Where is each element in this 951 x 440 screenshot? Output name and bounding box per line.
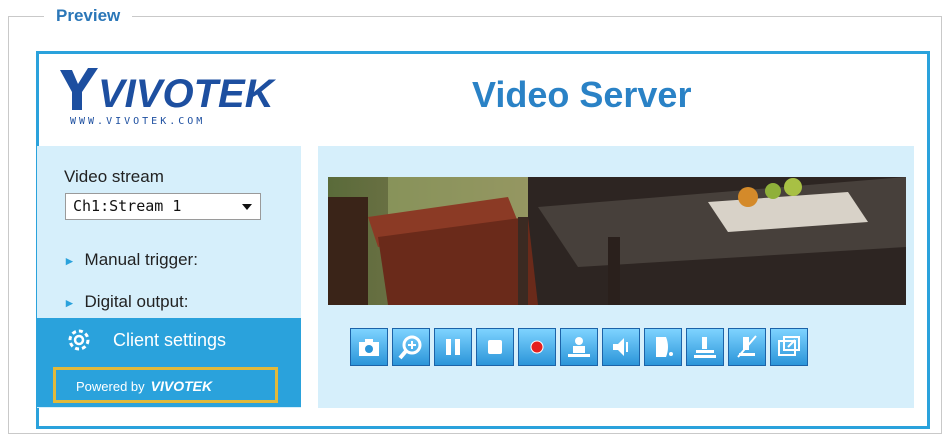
speaker-mute-button[interactable] xyxy=(602,328,640,366)
volume-button[interactable] xyxy=(644,328,682,366)
chevron-down-icon xyxy=(242,204,252,210)
fullscreen-button[interactable] xyxy=(770,328,808,366)
preview-legend: Preview xyxy=(44,6,133,26)
zoom-in-icon xyxy=(398,335,422,360)
video-stream-select[interactable]: Ch1:Stream 1 xyxy=(65,193,261,220)
mic-mute-button[interactable] xyxy=(728,328,766,366)
mic-icon xyxy=(694,337,716,358)
logo-text: VIVOTEK xyxy=(98,72,274,116)
powered-by-brand: VIVOTEK xyxy=(150,378,213,394)
vivotek-logo-icon xyxy=(60,68,98,110)
video-frame-image xyxy=(328,177,906,305)
powered-by-label: Powered by xyxy=(76,379,145,394)
sidebar-item-label: Digital output: xyxy=(84,292,189,311)
record-button[interactable] xyxy=(518,328,556,366)
control-toolbar xyxy=(350,328,808,370)
sidebar-item-digital-output[interactable]: ▸ Digital output: xyxy=(66,292,188,312)
stop-button[interactable] xyxy=(476,328,514,366)
logo-url: WWW.VIVOTEK.COM xyxy=(70,116,206,127)
gear-icon xyxy=(67,328,91,352)
stop-icon xyxy=(488,340,502,354)
mic-mute-icon xyxy=(737,335,757,358)
talk-button[interactable] xyxy=(560,328,598,366)
record-icon xyxy=(530,340,544,354)
snapshot-button[interactable] xyxy=(350,328,388,366)
video-stream-value: Ch1:Stream 1 xyxy=(73,197,182,215)
vivotek-logo: VIVOTEK WWW.VIVOTEK.COM xyxy=(58,64,288,134)
client-settings-link[interactable]: Client settings xyxy=(113,330,226,351)
talk-icon xyxy=(568,337,590,357)
pause-icon xyxy=(446,339,460,355)
chevron-right-icon: ▸ xyxy=(66,253,73,268)
page-title: Video Server xyxy=(472,74,692,115)
sidebar-item-label: Manual trigger: xyxy=(84,250,198,269)
pause-button[interactable] xyxy=(434,328,472,366)
volume-icon xyxy=(656,337,673,357)
video-stream-label: Video stream xyxy=(64,167,164,186)
sidebar-item-manual-trigger[interactable]: ▸ Manual trigger: xyxy=(66,250,198,270)
fullscreen-icon xyxy=(778,336,800,356)
speaker-mute-icon xyxy=(613,338,628,356)
mic-button[interactable] xyxy=(686,328,724,366)
live-video-view[interactable] xyxy=(328,177,906,305)
powered-by-badge: Powered by VIVOTEK xyxy=(53,367,278,403)
zoom-button[interactable] xyxy=(392,328,430,366)
chevron-right-icon: ▸ xyxy=(66,295,73,310)
camera-icon xyxy=(359,339,379,356)
